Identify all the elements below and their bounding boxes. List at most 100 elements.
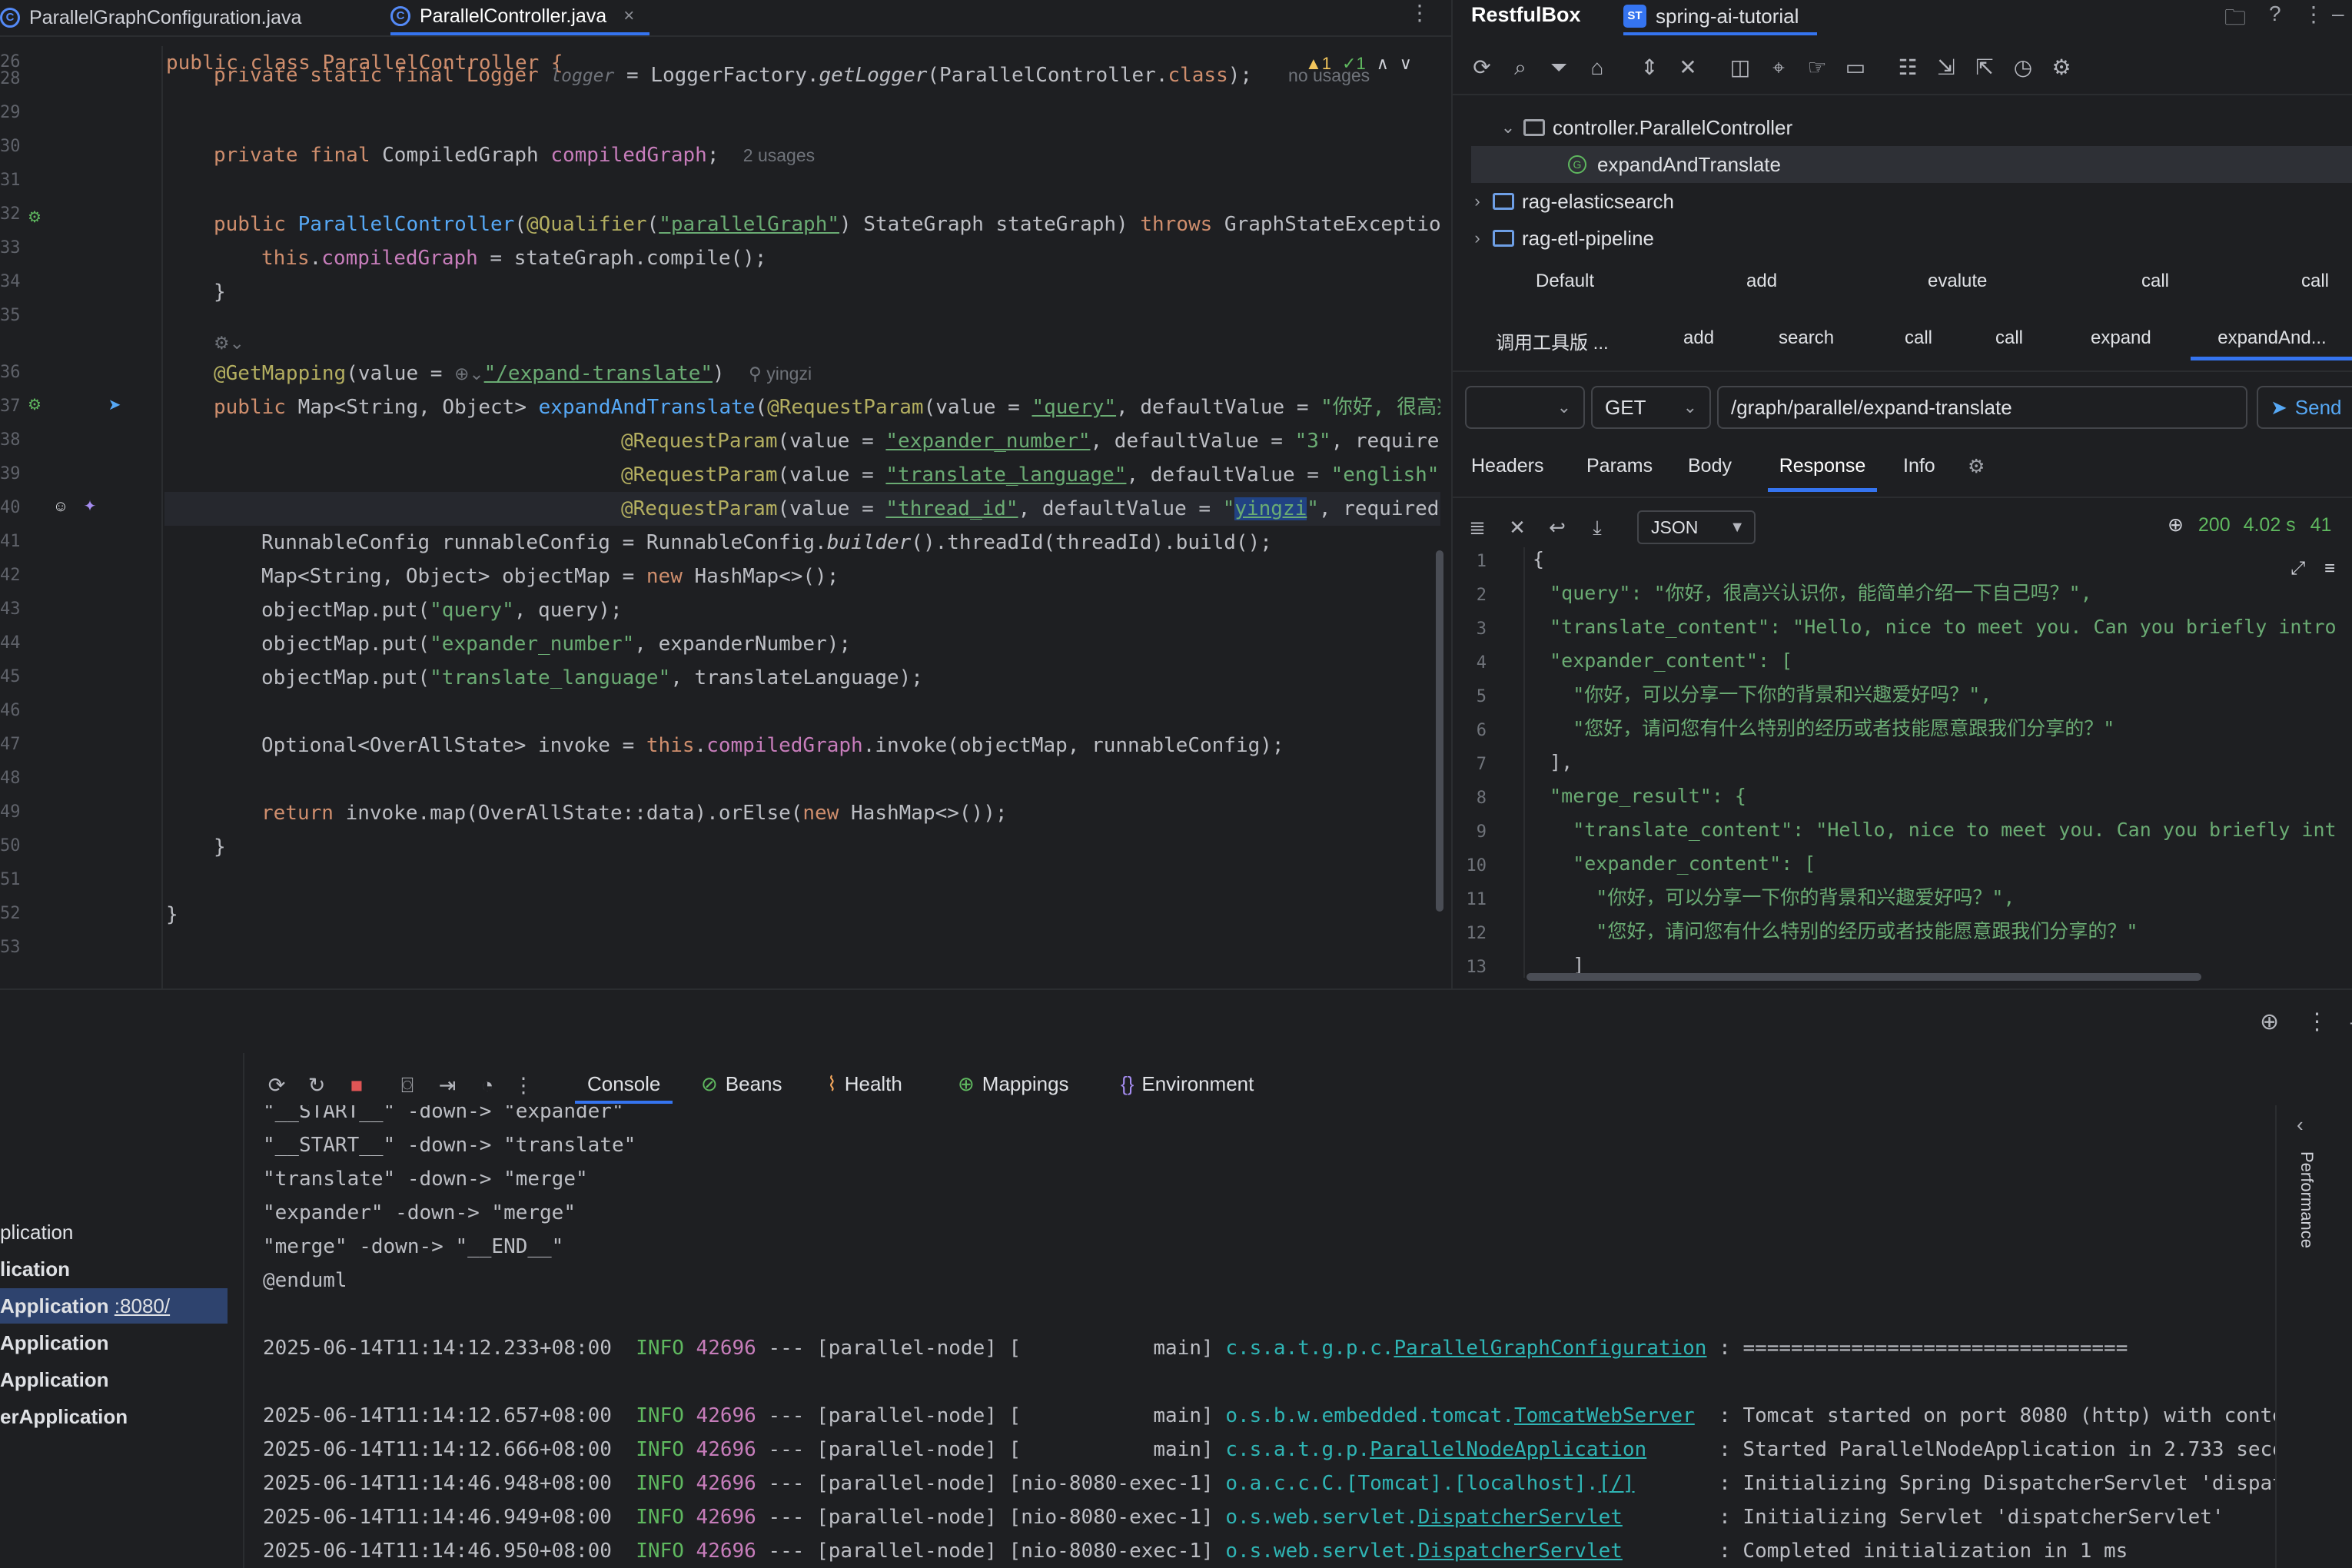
bean-icon[interactable]: ⚙: [25, 395, 45, 415]
tab-parallel-graph-configuration[interactable]: C ParallelGraphConfiguration.java: [0, 0, 301, 35]
request-tab[interactable]: 调用工具版 ...: [1496, 327, 1609, 354]
tab-parallel-controller[interactable]: C ParallelController.java ×: [390, 0, 650, 35]
download-icon[interactable]: ⤓: [1583, 513, 1611, 541]
chevron-right-icon[interactable]: ›: [1462, 228, 1493, 248]
format-select[interactable]: JSON ▼: [1637, 510, 1756, 544]
filter-icon[interactable]: ⏷: [1543, 51, 1574, 85]
collapse-icon[interactable]: ✕: [1503, 513, 1531, 541]
method-select[interactable]: GET ⌄: [1591, 386, 1711, 429]
tab-console[interactable]: Console: [575, 1067, 673, 1104]
request-tab[interactable]: search: [1779, 327, 1834, 349]
tab-environment[interactable]: {} Environment: [1121, 1067, 1254, 1104]
tab-spring-ai-tutorial[interactable]: ST spring-ai-tutorial: [1623, 0, 1818, 35]
send-request-icon[interactable]: ➤: [105, 395, 125, 415]
stop-icon[interactable]: ■: [341, 1068, 372, 1102]
java-class-icon: C: [390, 6, 410, 26]
target-icon[interactable]: ⊕: [2260, 1009, 2279, 1035]
code-line: }: [214, 835, 226, 859]
more-icon[interactable]: ⋮: [512, 1068, 535, 1102]
subtab-params[interactable]: Params: [1586, 455, 1653, 477]
refresh-icon[interactable]: ⟳: [1467, 51, 1497, 85]
run-item-selected[interactable]: Application :8080/: [0, 1288, 228, 1324]
port-link[interactable]: :8080/: [115, 1294, 170, 1317]
subtab-headers[interactable]: Headers: [1471, 455, 1544, 477]
environment-select[interactable]: ⌄: [1465, 386, 1585, 429]
plugin-icon[interactable]: ✦: [80, 497, 100, 517]
subtab-info[interactable]: Info: [1903, 455, 1935, 477]
console-output[interactable]: "__START__" -down-> "expander" "__START_…: [263, 1105, 2277, 1568]
cursor-icon[interactable]: ☞: [1802, 51, 1832, 85]
vertical-scrollbar[interactable]: [1436, 550, 1443, 912]
request-tab[interactable]: Default: [1536, 271, 1594, 292]
horizontal-scrollbar[interactable]: [1526, 973, 2201, 981]
request-tab[interactable]: evalute: [1928, 271, 1987, 292]
folder-icon[interactable]: 🗀: [2224, 2, 2246, 38]
tag-icon[interactable]: ⌂: [1582, 51, 1613, 85]
request-tab[interactable]: call: [1905, 327, 1932, 349]
tree-item-rag-elasticsearch[interactable]: › rag-elasticsearch: [1453, 183, 2352, 220]
chevron-down-icon[interactable]: ⌄: [1493, 118, 1523, 138]
line-number: 46: [0, 701, 21, 720]
run-item[interactable]: erApplication: [0, 1399, 228, 1434]
minimize-icon[interactable]: –: [2332, 2, 2344, 26]
request-tab[interactable]: add: [1683, 327, 1714, 349]
code-editor[interactable]: C ParallelGraphConfiguration.java C Para…: [0, 0, 1451, 988]
code-line: }: [166, 903, 178, 926]
bean-icon[interactable]: ⚙: [25, 208, 45, 228]
line-number: 48: [0, 769, 21, 788]
request-tab[interactable]: call: [2301, 271, 2329, 292]
close-icon[interactable]: ×: [623, 5, 634, 27]
gear-icon[interactable]: ⚙: [1968, 455, 1985, 478]
more-icon[interactable]: ⋮: [2305, 1009, 2328, 1035]
request-tab[interactable]: call: [2141, 271, 2169, 292]
run-item[interactable]: Application: [0, 1362, 228, 1397]
request-tab[interactable]: call: [1995, 327, 2023, 349]
run-item[interactable]: Application: [0, 1325, 228, 1360]
expand-all-icon[interactable]: ⇕: [1634, 51, 1665, 85]
subtab-body[interactable]: Body: [1688, 455, 1732, 477]
url-input[interactable]: /graph/parallel/expand-translate: [1717, 386, 2247, 429]
subtab-response[interactable]: Response: [1768, 455, 1877, 492]
gear-icon[interactable]: ⚙: [2046, 51, 2077, 85]
dashboard-icon[interactable]: ◔: [472, 1068, 503, 1102]
tab-beans[interactable]: ⊘ Beans: [701, 1067, 782, 1104]
response-body[interactable]: { "query": "你好，很高兴认识你，能简单介绍一下自己吗？", "tra…: [1526, 547, 2352, 978]
line-number: 7: [1476, 755, 1487, 774]
send-button[interactable]: ➤ Send: [2257, 386, 2352, 429]
rerun-icon[interactable]: ⟳: [261, 1068, 292, 1102]
tree-item-rag-etl-pipeline[interactable]: › rag-etl-pipeline: [1453, 220, 2352, 257]
restart-icon[interactable]: ↻: [301, 1068, 332, 1102]
ai-assistant-icon[interactable]: ☺: [51, 497, 71, 517]
format-icon[interactable]: ≣: [1463, 513, 1491, 541]
collapse-all-icon[interactable]: ✕: [1673, 51, 1703, 85]
search-icon[interactable]: ⌕: [1505, 51, 1536, 85]
request-tab[interactable]: add: [1746, 271, 1777, 292]
tab-mappings[interactable]: ⊕ Mappings: [958, 1067, 1069, 1104]
history-icon[interactable]: ◷: [2008, 51, 2038, 85]
tab-health[interactable]: ⌇ Health: [827, 1067, 902, 1104]
tree-item-parallel-controller[interactable]: ⌄ controller.ParallelController: [1453, 109, 2352, 146]
help-icon[interactable]: ?: [2269, 2, 2281, 26]
database-icon[interactable]: ☷: [1892, 51, 1923, 85]
request-tab-active[interactable]: expandAnd...: [2191, 327, 2352, 360]
camera-icon[interactable]: ⌼: [392, 1068, 423, 1102]
wrap-icon[interactable]: ↩: [1543, 513, 1571, 541]
performance-tab[interactable]: Performance: [2297, 1151, 2317, 1248]
run-item[interactable]: plication: [0, 1214, 228, 1250]
import-icon[interactable]: ⇲: [1931, 51, 1962, 85]
locate-icon[interactable]: ⌖: [1763, 51, 1794, 85]
run-item[interactable]: lication: [0, 1251, 228, 1287]
layout-icon[interactable]: ◫: [1725, 51, 1756, 85]
line-number: 44: [0, 633, 21, 653]
tree-item-expand-and-translate[interactable]: G expandAndTranslate: [1471, 146, 2352, 183]
export-icon[interactable]: ⇱: [1969, 51, 2000, 85]
chevron-left-icon[interactable]: ‹: [2297, 1113, 2304, 1137]
monitor-icon[interactable]: ▭: [1840, 51, 1871, 85]
line-gutter[interactable]: 26 28 29 30 31 32 33 34 35 36 37 38 39 4…: [0, 46, 163, 988]
chevron-right-icon[interactable]: ›: [1462, 191, 1493, 211]
attach-icon[interactable]: ⇥: [432, 1068, 463, 1102]
code-area[interactable]: public class ParallelController { privat…: [164, 46, 1440, 988]
more-icon[interactable]: ⋮: [1408, 0, 1431, 31]
request-tab[interactable]: expand: [2091, 327, 2151, 349]
more-icon[interactable]: ⋮: [2303, 2, 2324, 27]
